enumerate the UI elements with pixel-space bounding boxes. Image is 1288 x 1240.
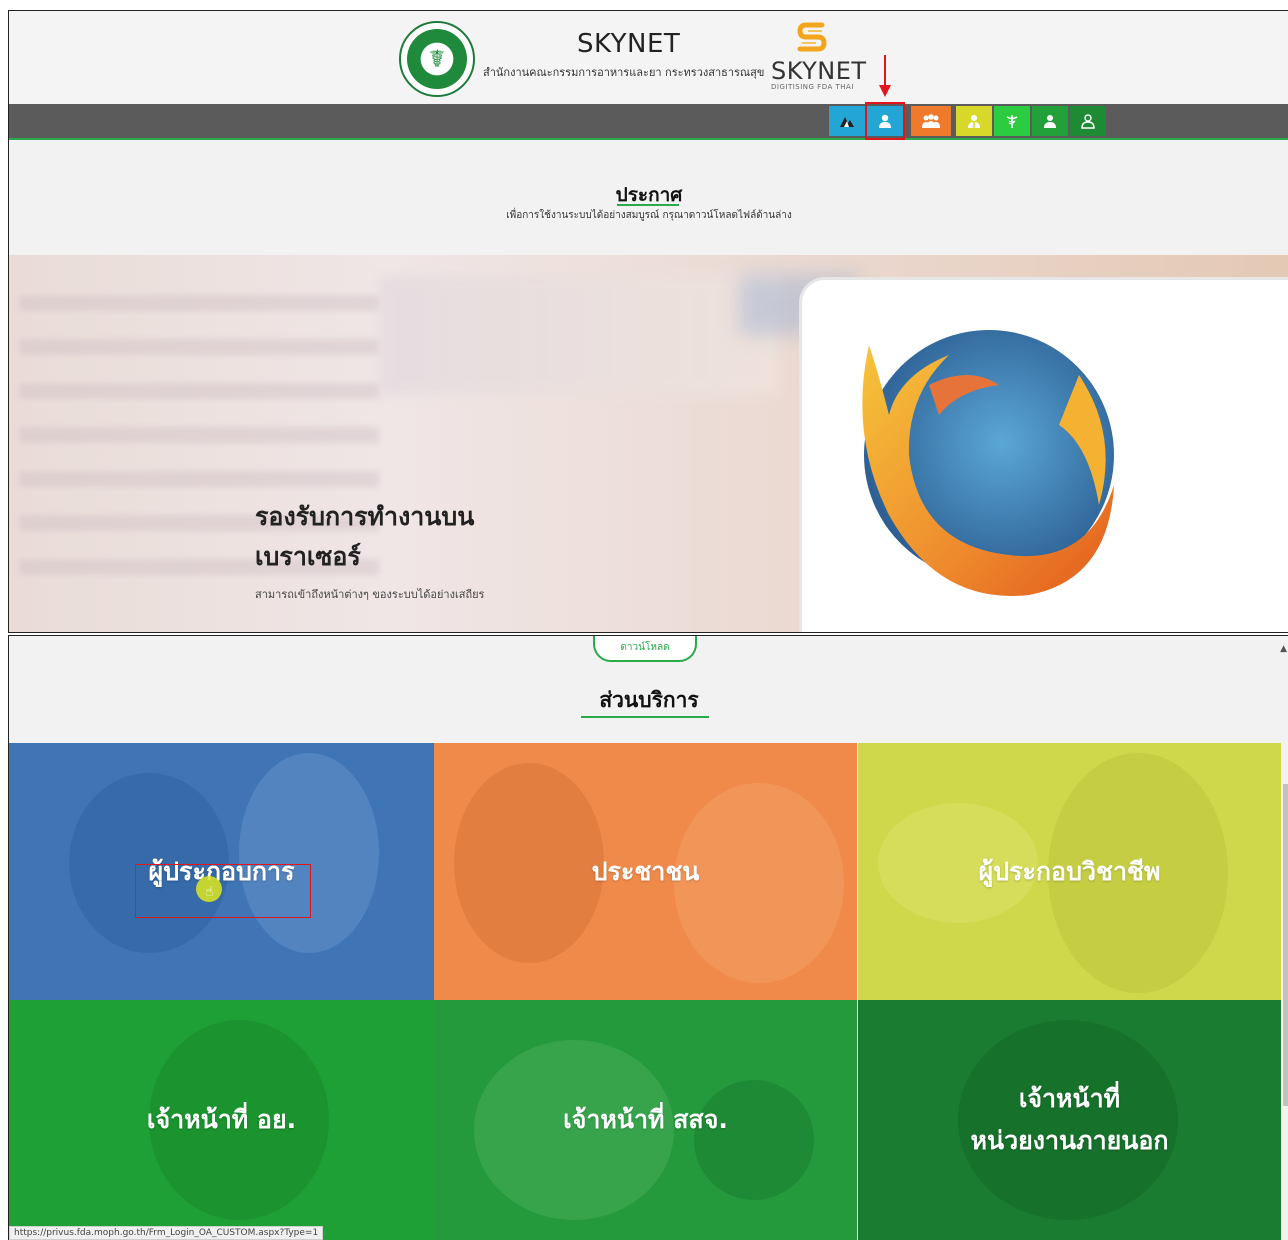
tile-external-staff-line1: เจ้าหน้าที่ [1018, 1084, 1121, 1113]
hero-heading-line1: รองรับการทำงานบน [255, 502, 475, 531]
hero-banner: รองรับการทำงานบน เบราเซอร์ สามารถเข้าถึง… [9, 255, 1288, 632]
announcement-underline [617, 204, 679, 206]
download-button[interactable]: ดาวน์โหลด [593, 636, 697, 662]
hero-heading-line2: เบราเซอร์ [255, 542, 361, 571]
moph-seal-logo: ☤ [399, 21, 475, 97]
firefox-icon [862, 330, 1114, 596]
status-bar-url: https://privus.fda.moph.go.th/Frm_Login_… [9, 1226, 324, 1240]
tile-external-staff-line2: หน่วยงานภายนอก [970, 1126, 1169, 1155]
staff-icon [1081, 114, 1095, 129]
site-header: ☤ SKYNET สำนักงานคณะกรรมการอาหารและยา กร… [9, 11, 1288, 104]
announcement-section: ประกาศ เพื่อการใช้งานระบบได้อย่างสมบูรณ์… [9, 140, 1288, 255]
tile-public-label: ประชาชน [591, 856, 700, 886]
skynet-logo-icon [797, 22, 827, 52]
hero-heading: รองรับการทำงานบน เบราเซอร์ [255, 497, 474, 577]
group-icon [922, 114, 940, 128]
nav-highlight-box [865, 102, 905, 140]
vertical-scrollbar[interactable] [1283, 784, 1288, 1106]
tile-public[interactable]: ประชาชน [434, 743, 857, 1000]
nav-professional-button[interactable] [956, 106, 992, 136]
hero-subtext: สามารถเข้าถึงหน้าต่างๆ ของระบบได้อย่างเส… [255, 588, 485, 601]
officer-icon [1044, 115, 1056, 128]
nav-group-button[interactable] [911, 106, 951, 136]
tile-external-staff-label: เจ้าหน้าที่ หน่วยงานภายนอก [971, 1078, 1169, 1162]
tile-professional[interactable]: ผู้ประกอบวิชาชีพ [858, 743, 1281, 1000]
scroll-up-icon[interactable]: ▲ [1280, 644, 1287, 654]
nav-mountain-button[interactable] [829, 106, 865, 136]
nav-officer-button[interactable] [1032, 106, 1068, 136]
tile-professional-label: ผู้ประกอบวิชาชีพ [978, 856, 1161, 886]
caduceus-icon [1006, 115, 1018, 128]
top-nav-bar [9, 104, 1288, 140]
screenshot-panel-top: ☤ SKYNET สำนักงานคณะกรรมการอาหารและยา กร… [8, 10, 1288, 633]
tile-provincial-staff[interactable]: เจ้าหน้าที่ สสจ. [434, 1000, 857, 1240]
nav-caduceus-button[interactable] [994, 106, 1030, 136]
skynet-logo-tagline: DIGITISING FDA THAI [771, 83, 854, 91]
services-underline [581, 716, 709, 718]
announcement-description: เพื่อการใช้งานระบบได้อย่างสมบูรณ์ กรุณาด… [506, 210, 792, 221]
site-subtitle: สำนักงานคณะกรรมการอาหารและยา กระทรวงสาธา… [483, 66, 765, 79]
tile-fda-staff[interactable]: เจ้าหน้าที่ อย. [9, 1000, 434, 1240]
skynet-logo-text: SKYNET [771, 57, 867, 85]
screenshot-panel-bottom: ดาวน์โหลด ▲ ส่วนบริการ ผู้ประกอบการ ประช… [8, 635, 1288, 1240]
tile-provincial-staff-label: เจ้าหน้าที่ สสจ. [563, 1105, 728, 1134]
nav-staff-button[interactable] [1070, 106, 1106, 136]
arrow-down-icon [879, 55, 891, 97]
site-title: SKYNET [577, 29, 681, 59]
hand-cursor-icon: ☝ [205, 884, 214, 900]
services-title: ส่วนบริการ [599, 688, 699, 712]
mountain-icon [840, 117, 854, 127]
entrepreneur-highlight-box [135, 864, 311, 918]
professional-icon [968, 115, 980, 128]
tile-external-staff[interactable]: เจ้าหน้าที่ หน่วยงานภายนอก [858, 1000, 1281, 1240]
tile-fda-staff-label: เจ้าหน้าที่ อย. [146, 1105, 297, 1134]
